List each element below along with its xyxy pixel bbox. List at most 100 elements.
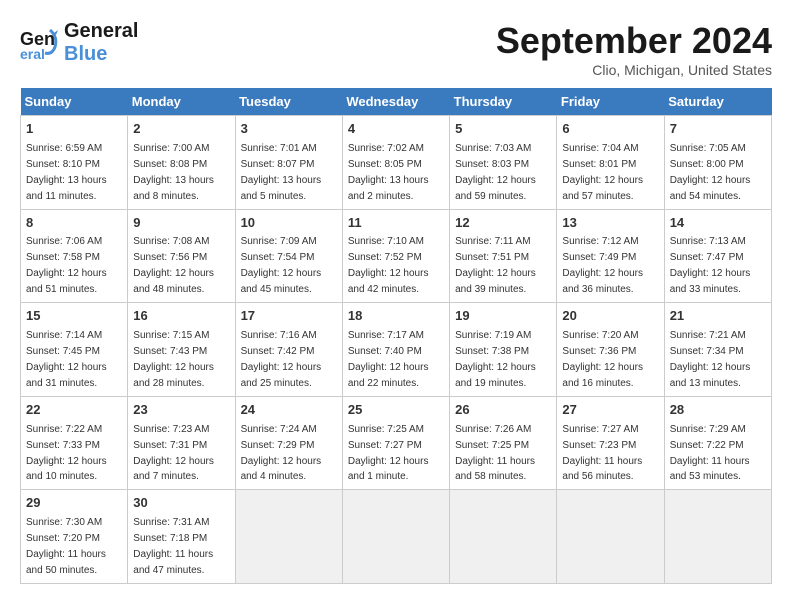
month-title: September 2024 xyxy=(496,20,772,62)
header-wednesday: Wednesday xyxy=(342,88,449,116)
day-number: 5 xyxy=(455,120,551,139)
day-number: 4 xyxy=(348,120,444,139)
day-number: 20 xyxy=(562,307,658,326)
day-info: Sunrise: 7:17 AMSunset: 7:40 PMDaylight:… xyxy=(348,330,429,389)
day-cell-18: 18 Sunrise: 7:17 AMSunset: 7:40 PMDayligh… xyxy=(342,303,449,397)
day-info: Sunrise: 7:20 AMSunset: 7:36 PMDaylight:… xyxy=(562,330,643,389)
day-cell-7: 7 Sunrise: 7:05 AMSunset: 8:00 PMDaylight… xyxy=(664,116,771,210)
day-number: 2 xyxy=(133,120,229,139)
day-info: Sunrise: 7:03 AMSunset: 8:03 PMDaylight:… xyxy=(455,143,536,202)
day-number: 9 xyxy=(133,214,229,233)
header-friday: Friday xyxy=(557,88,664,116)
day-number: 10 xyxy=(241,214,337,233)
day-number: 18 xyxy=(348,307,444,326)
logo-line2: Blue xyxy=(64,43,138,66)
day-number: 24 xyxy=(241,401,337,420)
page-header: Gen eral General Blue September 2024 Cli… xyxy=(20,20,772,78)
weekday-header-row: Sunday Monday Tuesday Wednesday Thursday… xyxy=(21,88,772,116)
day-cell-26: 26Sunrise: 7:26 AMSunset: 7:25 PMDayligh… xyxy=(450,396,557,490)
day-cell-10: 10 Sunrise: 7:09 AMSunset: 7:54 PMDayligh… xyxy=(235,209,342,303)
day-number: 3 xyxy=(241,120,337,139)
day-info: Sunrise: 7:30 AMSunset: 7:20 PMDaylight:… xyxy=(26,517,106,576)
day-number: 13 xyxy=(562,214,658,233)
empty-cell xyxy=(557,490,664,584)
calendar-row-3: 15Sunrise: 7:14 AMSunset: 7:45 PMDayligh… xyxy=(21,303,772,397)
calendar-row-5: 29Sunrise: 7:30 AMSunset: 7:20 PMDayligh… xyxy=(21,490,772,584)
day-info: Sunrise: 7:26 AMSunset: 7:25 PMDaylight:… xyxy=(455,424,535,483)
title-block: September 2024 Clio, Michigan, United St… xyxy=(496,20,772,78)
day-cell-5: 5 Sunrise: 7:03 AMSunset: 8:03 PMDaylight… xyxy=(450,116,557,210)
logo-icon: Gen eral xyxy=(20,25,60,61)
day-cell-21: 21 Sunrise: 7:21 AMSunset: 7:34 PMDayligh… xyxy=(664,303,771,397)
day-cell-20: 20 Sunrise: 7:20 AMSunset: 7:36 PMDayligh… xyxy=(557,303,664,397)
day-number: 16 xyxy=(133,307,229,326)
day-info: Sunrise: 7:12 AMSunset: 7:49 PMDaylight:… xyxy=(562,236,643,295)
day-info: Sunrise: 7:14 AMSunset: 7:45 PMDaylight:… xyxy=(26,330,107,389)
empty-cell xyxy=(664,490,771,584)
day-cell-15: 15Sunrise: 7:14 AMSunset: 7:45 PMDayligh… xyxy=(21,303,128,397)
empty-cell xyxy=(235,490,342,584)
day-cell-13: 13 Sunrise: 7:12 AMSunset: 7:49 PMDayligh… xyxy=(557,209,664,303)
day-info: Sunrise: 7:29 AMSunset: 7:22 PMDaylight:… xyxy=(670,424,750,483)
day-info: Sunrise: 7:06 AMSunset: 7:58 PMDaylight:… xyxy=(26,236,107,295)
header-monday: Monday xyxy=(128,88,235,116)
day-number: 19 xyxy=(455,307,551,326)
day-info: Sunrise: 7:09 AMSunset: 7:54 PMDaylight:… xyxy=(241,236,322,295)
day-number: 6 xyxy=(562,120,658,139)
day-info: Sunrise: 7:24 AMSunset: 7:29 PMDaylight:… xyxy=(241,424,322,483)
day-cell-24: 24 Sunrise: 7:24 AMSunset: 7:29 PMDayligh… xyxy=(235,396,342,490)
day-number: 7 xyxy=(670,120,766,139)
location: Clio, Michigan, United States xyxy=(496,62,772,78)
day-info: Sunrise: 6:59 AMSunset: 8:10 PMDaylight:… xyxy=(26,143,107,202)
header-tuesday: Tuesday xyxy=(235,88,342,116)
day-number: 12 xyxy=(455,214,551,233)
day-number: 21 xyxy=(670,307,766,326)
day-number: 1 xyxy=(26,120,122,139)
day-cell-12: 12Sunrise: 7:11 AMSunset: 7:51 PMDayligh… xyxy=(450,209,557,303)
day-cell-14: 14 Sunrise: 7:13 AMSunset: 7:47 PMDayligh… xyxy=(664,209,771,303)
day-info: Sunrise: 7:05 AMSunset: 8:00 PMDaylight:… xyxy=(670,143,751,202)
day-info: Sunrise: 7:23 AMSunset: 7:31 PMDaylight:… xyxy=(133,424,214,483)
day-info: Sunrise: 7:08 AMSunset: 7:56 PMDaylight:… xyxy=(133,236,214,295)
day-cell-29: 29Sunrise: 7:30 AMSunset: 7:20 PMDayligh… xyxy=(21,490,128,584)
day-cell-19: 19 Sunrise: 7:19 AMSunset: 7:38 PMDayligh… xyxy=(450,303,557,397)
day-cell-1: 1 Sunrise: 6:59 AMSunset: 8:10 PMDaylight… xyxy=(21,116,128,210)
day-cell-28: 28 Sunrise: 7:29 AMSunset: 7:22 PMDayligh… xyxy=(664,396,771,490)
day-number: 28 xyxy=(670,401,766,420)
day-cell-11: 11Sunrise: 7:10 AMSunset: 7:52 PMDayligh… xyxy=(342,209,449,303)
day-number: 25 xyxy=(348,401,444,420)
day-cell-25: 25 Sunrise: 7:25 AMSunset: 7:27 PMDayligh… xyxy=(342,396,449,490)
logo-line1: General xyxy=(64,20,138,43)
day-number: 11 xyxy=(348,214,444,233)
day-cell-16: 16Sunrise: 7:15 AMSunset: 7:43 PMDayligh… xyxy=(128,303,235,397)
day-info: Sunrise: 7:13 AMSunset: 7:47 PMDaylight:… xyxy=(670,236,751,295)
day-cell-8: 8 Sunrise: 7:06 AMSunset: 7:58 PMDaylight… xyxy=(21,209,128,303)
header-thursday: Thursday xyxy=(450,88,557,116)
calendar-table: Sunday Monday Tuesday Wednesday Thursday… xyxy=(20,88,772,584)
day-number: 14 xyxy=(670,214,766,233)
day-info: Sunrise: 7:16 AMSunset: 7:42 PMDaylight:… xyxy=(241,330,322,389)
day-cell-30: 30Sunrise: 7:31 AMSunset: 7:18 PMDayligh… xyxy=(128,490,235,584)
day-info: Sunrise: 7:25 AMSunset: 7:27 PMDaylight:… xyxy=(348,424,429,483)
empty-cell xyxy=(342,490,449,584)
day-cell-9: 9 Sunrise: 7:08 AMSunset: 7:56 PMDaylight… xyxy=(128,209,235,303)
day-cell-6: 6 Sunrise: 7:04 AMSunset: 8:01 PMDaylight… xyxy=(557,116,664,210)
header-saturday: Saturday xyxy=(664,88,771,116)
day-number: 27 xyxy=(562,401,658,420)
day-number: 8 xyxy=(26,214,122,233)
day-info: Sunrise: 7:27 AMSunset: 7:23 PMDaylight:… xyxy=(562,424,642,483)
calendar-row-1: 1 Sunrise: 6:59 AMSunset: 8:10 PMDaylight… xyxy=(21,116,772,210)
empty-cell xyxy=(450,490,557,584)
day-info: Sunrise: 7:19 AMSunset: 7:38 PMDaylight:… xyxy=(455,330,536,389)
day-number: 23 xyxy=(133,401,229,420)
logo: Gen eral General Blue xyxy=(20,20,138,66)
day-cell-23: 23 Sunrise: 7:23 AMSunset: 7:31 PMDayligh… xyxy=(128,396,235,490)
day-cell-27: 27 Sunrise: 7:27 AMSunset: 7:23 PMDayligh… xyxy=(557,396,664,490)
day-info: Sunrise: 7:04 AMSunset: 8:01 PMDaylight:… xyxy=(562,143,643,202)
day-info: Sunrise: 7:01 AMSunset: 8:07 PMDaylight:… xyxy=(241,143,322,202)
day-number: 22 xyxy=(26,401,122,420)
day-cell-17: 17 Sunrise: 7:16 AMSunset: 7:42 PMDayligh… xyxy=(235,303,342,397)
day-cell-3: 3 Sunrise: 7:01 AMSunset: 8:07 PMDaylight… xyxy=(235,116,342,210)
day-number: 17 xyxy=(241,307,337,326)
day-info: Sunrise: 7:21 AMSunset: 7:34 PMDaylight:… xyxy=(670,330,751,389)
